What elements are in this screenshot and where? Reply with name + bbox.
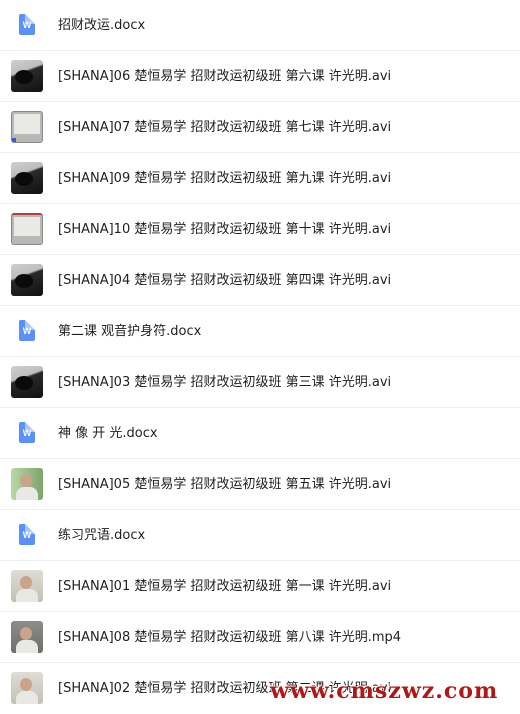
word-icon-letter: W	[22, 326, 32, 336]
word-doc-icon: W	[11, 315, 43, 347]
file-row[interactable]: [SHANA]03 楚恒易学 招财改运初级班 第三课 许光明.avi	[0, 357, 520, 408]
word-icon-letter: W	[22, 530, 32, 540]
file-row[interactable]: [SHANA]07 楚恒易学 招财改运初级班 第七课 许光明.avi	[0, 102, 520, 153]
file-name: [SHANA]01 楚恒易学 招财改运初级班 第一课 许光明.avi	[58, 579, 392, 594]
video-thumbnail	[11, 570, 43, 602]
video-thumbnail	[11, 213, 43, 245]
word-doc-icon: W	[11, 9, 43, 41]
file-name: [SHANA]06 楚恒易学 招财改运初级班 第六课 许光明.avi	[58, 69, 392, 84]
file-name: [SHANA]03 楚恒易学 招财改运初级班 第三课 许光明.avi	[58, 375, 392, 390]
file-name: [SHANA]10 楚恒易学 招财改运初级班 第十课 许光明.avi	[58, 222, 392, 237]
file-name: [SHANA]09 楚恒易学 招财改运初级班 第九课 许光明.avi	[58, 171, 392, 186]
file-row[interactable]: [SHANA]04 楚恒易学 招财改运初级班 第四课 许光明.avi	[0, 255, 520, 306]
word-doc-icon: W	[11, 417, 43, 449]
word-doc-icon: W	[11, 519, 43, 551]
file-name: [SHANA]07 楚恒易学 招财改运初级班 第七课 许光明.avi	[58, 120, 392, 135]
file-row[interactable]: W 神 像 开 光.docx	[0, 408, 520, 459]
file-name: 练习咒语.docx	[58, 528, 146, 543]
video-thumbnail	[11, 264, 43, 296]
video-thumbnail	[11, 621, 43, 653]
watermark: www.cmszwz.com	[270, 678, 499, 704]
file-name: [SHANA]05 楚恒易学 招财改运初级班 第五课 许光明.avi	[58, 477, 392, 492]
video-thumbnail	[11, 468, 43, 500]
file-row[interactable]: [SHANA]08 楚恒易学 招财改运初级班 第八课 许光明.mp4	[0, 612, 520, 663]
word-icon-letter: W	[22, 20, 32, 30]
video-thumbnail	[11, 111, 43, 143]
file-row[interactable]: [SHANA]09 楚恒易学 招财改运初级班 第九课 许光明.avi	[0, 153, 520, 204]
file-row[interactable]: W 招财改运.docx	[0, 0, 520, 51]
file-name: 招财改运.docx	[58, 18, 146, 33]
file-row[interactable]: [SHANA]01 楚恒易学 招财改运初级班 第一课 许光明.avi	[0, 561, 520, 612]
file-row[interactable]: W 第二课 观音护身符.docx	[0, 306, 520, 357]
file-row[interactable]: W 练习咒语.docx	[0, 510, 520, 561]
file-row[interactable]: [SHANA]05 楚恒易学 招财改运初级班 第五课 许光明.avi	[0, 459, 520, 510]
video-thumbnail	[11, 672, 43, 704]
file-row[interactable]: [SHANA]06 楚恒易学 招财改运初级班 第六课 许光明.avi	[0, 51, 520, 102]
file-name: [SHANA]04 楚恒易学 招财改运初级班 第四课 许光明.avi	[58, 273, 392, 288]
video-thumbnail	[11, 366, 43, 398]
file-name: [SHANA]08 楚恒易学 招财改运初级班 第八课 许光明.mp4	[58, 630, 402, 645]
file-list: W 招财改运.docx [SHANA]06 楚恒易学 招财改运初级班 第六课 许光明…	[0, 0, 520, 714]
word-icon-letter: W	[22, 428, 32, 438]
file-name: 第二课 观音护身符.docx	[58, 324, 202, 339]
file-row[interactable]: [SHANA]10 楚恒易学 招财改运初级班 第十课 许光明.avi	[0, 204, 520, 255]
video-thumbnail	[11, 162, 43, 194]
file-name: 神 像 开 光.docx	[58, 426, 158, 441]
video-thumbnail	[11, 60, 43, 92]
